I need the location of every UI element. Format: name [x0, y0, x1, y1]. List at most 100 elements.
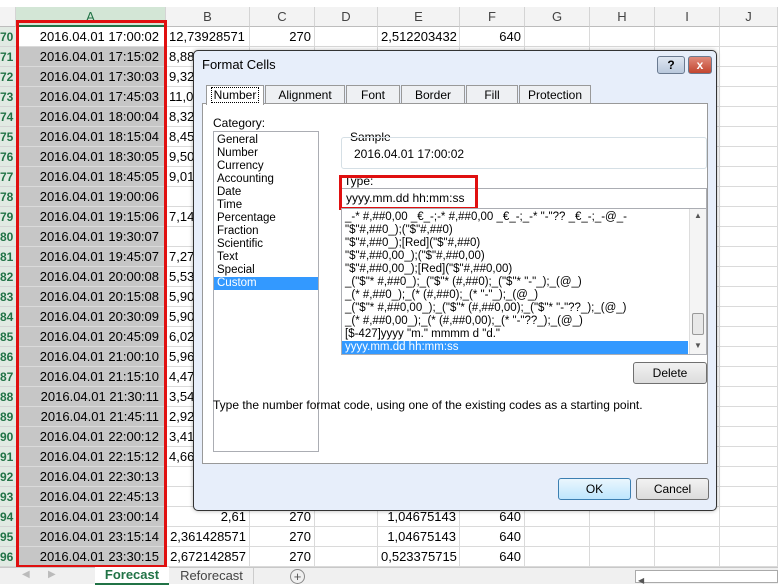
cell-a[interactable]: 2016.04.01 18:45:05 [16, 167, 166, 187]
row-header[interactable]: 85 [0, 327, 16, 347]
column-header-g[interactable]: G [525, 7, 590, 27]
format-code-item[interactable]: "$"#,##0_);[Red]("$"#,##0) [342, 237, 688, 250]
ok-button[interactable]: OK [558, 478, 631, 500]
tab-font[interactable]: Font [346, 85, 400, 104]
format-code-list[interactable]: _-* #,##0,00 _€_-;-* #,##0,00 _€_-;_-* "… [341, 208, 707, 355]
row-header[interactable]: 96 [0, 547, 16, 567]
cell-f[interactable]: 640 [460, 27, 525, 47]
format-code-item[interactable]: _("$"* #,##0,00_);_("$"* (#,##0,00);_("$… [342, 302, 688, 315]
cell-c[interactable]: 270 [250, 527, 315, 547]
cell-i[interactable] [655, 527, 720, 547]
cell-a[interactable]: 2016.04.01 22:00:12 [16, 427, 166, 447]
row-header[interactable]: 70 [0, 27, 16, 47]
row-header[interactable]: 81 [0, 247, 16, 267]
cell-a[interactable]: 2016.04.01 18:15:04 [16, 127, 166, 147]
cell-j[interactable] [720, 487, 778, 507]
cell-j[interactable] [720, 167, 778, 187]
format-code-item[interactable]: yyyy.mm.dd hh:mm:ss [342, 341, 688, 354]
format-list-scrollbar[interactable]: ▲ ▼ [689, 209, 706, 354]
cell-j[interactable] [720, 307, 778, 327]
cell-j[interactable] [720, 87, 778, 107]
row-header[interactable]: 72 [0, 67, 16, 87]
scroll-tabs-left-icon[interactable]: ◀ [22, 569, 30, 580]
cell-d[interactable] [315, 547, 378, 567]
cell-j[interactable] [720, 447, 778, 467]
cell-j[interactable] [720, 247, 778, 267]
cell-j[interactable] [720, 67, 778, 87]
cell-j[interactable] [720, 27, 778, 47]
row-header[interactable]: 90 [0, 427, 16, 447]
cell-g[interactable] [525, 27, 590, 47]
cell-h[interactable] [590, 27, 655, 47]
cell-a[interactable]: 2016.04.01 21:15:10 [16, 367, 166, 387]
cell-f[interactable]: 640 [460, 527, 525, 547]
cell-d[interactable] [315, 27, 378, 47]
cell-j[interactable] [720, 427, 778, 447]
cell-a[interactable]: 2016.04.01 21:30:11 [16, 387, 166, 407]
category-item-currency[interactable]: Currency [214, 160, 318, 173]
cell-j[interactable] [720, 347, 778, 367]
tab-protection[interactable]: Protection [519, 85, 591, 104]
row-header[interactable]: 84 [0, 307, 16, 327]
format-code-item[interactable]: _("$"* #,##0_);_("$"* (#,##0);_("$"* "-"… [342, 276, 688, 289]
cell-a[interactable]: 2016.04.01 20:30:09 [16, 307, 166, 327]
cell-a[interactable]: 2016.04.01 19:00:06 [16, 187, 166, 207]
category-item-number[interactable]: Number [214, 147, 318, 160]
cell-j[interactable] [720, 207, 778, 227]
row-header[interactable]: 75 [0, 127, 16, 147]
cell-i[interactable] [655, 547, 720, 567]
cell-a[interactable]: 2016.04.01 18:30:05 [16, 147, 166, 167]
category-item-scientific[interactable]: Scientific [214, 238, 318, 251]
cell-b[interactable]: 2,672142857 [166, 547, 250, 567]
sheet-tab-reforecast[interactable]: Reforecast [170, 568, 254, 584]
tab-fill[interactable]: Fill [466, 85, 518, 104]
cell-j[interactable] [720, 547, 778, 567]
cell-j[interactable] [720, 367, 778, 387]
cell-a[interactable]: 2016.04.01 23:15:14 [16, 527, 166, 547]
category-item-general[interactable]: General [214, 134, 318, 147]
cell-a[interactable]: 2016.04.01 22:45:13 [16, 487, 166, 507]
scroll-up-icon[interactable]: ▲ [694, 211, 702, 220]
column-header-f[interactable]: F [460, 7, 525, 27]
format-code-item[interactable]: "$"#,##0,00_);("$"#,##0,00) [342, 250, 688, 263]
category-item-time[interactable]: Time [214, 199, 318, 212]
scroll-down-icon[interactable]: ▼ [694, 341, 702, 350]
sheet-tab-forecast[interactable]: Forecast [95, 567, 169, 585]
row-header-corner[interactable] [0, 7, 16, 27]
format-code-item[interactable]: "$"#,##0,00_);[Red]("$"#,##0,00) [342, 263, 688, 276]
cell-d[interactable] [315, 527, 378, 547]
cell-a[interactable]: 2016.04.01 20:45:09 [16, 327, 166, 347]
category-item-accounting[interactable]: Accounting [214, 173, 318, 186]
cell-b[interactable]: 12,73928571 [166, 27, 250, 47]
cell-a[interactable]: 2016.04.01 17:45:03 [16, 87, 166, 107]
category-item-percentage[interactable]: Percentage [214, 212, 318, 225]
format-code-item[interactable]: _-* #,##0,00 _€_-;-* #,##0,00 _€_-;_-* "… [342, 211, 688, 224]
format-code-item[interactable]: [$-427]yyyy "m." mmmm d "d." [342, 328, 688, 341]
cell-a[interactable]: 2016.04.01 23:00:14 [16, 507, 166, 527]
cell-c[interactable]: 270 [250, 27, 315, 47]
row-header[interactable]: 80 [0, 227, 16, 247]
delete-button[interactable]: Delete [633, 362, 707, 384]
cell-j[interactable] [720, 287, 778, 307]
cell-j[interactable] [720, 187, 778, 207]
cell-f[interactable]: 640 [460, 547, 525, 567]
tab-border[interactable]: Border [401, 85, 465, 104]
cell-e[interactable]: 1,04675143 [378, 527, 460, 547]
cell-e[interactable]: 2,512203432 [378, 27, 460, 47]
cell-j[interactable] [720, 407, 778, 427]
row-header[interactable]: 87 [0, 367, 16, 387]
cell-b[interactable]: 2,361428571 [166, 527, 250, 547]
format-code-item[interactable]: "$"#,##0_);("$"#,##0) [342, 224, 688, 237]
column-header-j[interactable]: J [720, 7, 778, 27]
cell-a[interactable]: 2016.04.01 18:00:04 [16, 107, 166, 127]
column-header-c[interactable]: C [250, 7, 315, 27]
cell-g[interactable] [525, 547, 590, 567]
category-item-date[interactable]: Date [214, 186, 318, 199]
format-code-item[interactable]: _(* #,##0_);_(* (#,##0);_(* "-"_);_(@_) [342, 289, 688, 302]
cell-c[interactable]: 270 [250, 547, 315, 567]
row-header[interactable]: 95 [0, 527, 16, 547]
cell-h[interactable] [590, 527, 655, 547]
row-header[interactable]: 76 [0, 147, 16, 167]
cancel-button[interactable]: Cancel [636, 478, 709, 500]
column-header-i[interactable]: I [655, 7, 720, 27]
